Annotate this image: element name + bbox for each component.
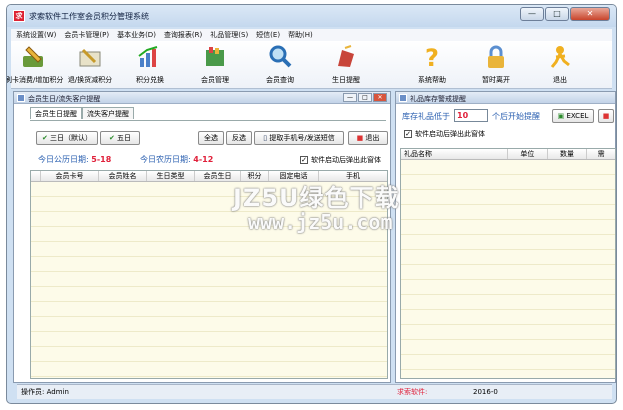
stock-threshold-suffix: 个后开始提醒 (492, 112, 540, 121)
tool-birthday[interactable]: 生日提醒 (317, 43, 375, 85)
exit-icon: ■ (356, 134, 364, 142)
exit-button[interactable]: ■ 退出 (348, 131, 388, 145)
column-header[interactable]: 数量 (548, 149, 588, 159)
stock-threshold-label: 库存礼品低于 (402, 112, 450, 121)
magnifier-icon (266, 43, 294, 71)
phone-icon: ▯ (263, 134, 268, 142)
close-button[interactable]: ✕ (570, 7, 610, 21)
column-header[interactable]: 单位 (508, 149, 548, 159)
excel-icon: ▣ (557, 112, 565, 120)
close-pane-button[interactable]: ■ (598, 109, 614, 123)
tool-exit[interactable]: 退出 (531, 43, 589, 85)
lunar-date-label: 今日农历日期: (140, 155, 191, 164)
check-icon: ✔ (41, 134, 48, 142)
invert-selection-button[interactable]: 反选 (226, 131, 252, 145)
menu-bar: 系统设置(W) 会员卡管理(P) 基本业务(D) 查询报表(R) 礼品管理(S)… (11, 29, 612, 41)
menu-help[interactable]: 帮助(H) (285, 29, 316, 41)
gift-stock-table: 礼品名称 单位 数量 需 (400, 148, 616, 379)
menu-card[interactable]: 会员卡管理(P) (61, 29, 112, 41)
tool-exchange[interactable]: 积分兑换 (121, 43, 179, 85)
title-bar: 求 求索软件工作室会员积分管理系统 — □ ✕ (7, 5, 616, 27)
sms-button[interactable]: ▯ 提取手机号/发送短信 (254, 131, 344, 145)
tool-return[interactable]: 退/换货减积分 (61, 43, 119, 85)
lock-icon (482, 43, 510, 71)
return-icon (76, 43, 104, 71)
pane-minimize-button[interactable]: — (343, 93, 357, 102)
menu-business[interactable]: 基本业务(D) (114, 29, 159, 41)
birthday-icon (332, 43, 360, 71)
solar-date-value: 5-18 (91, 155, 112, 164)
column-header[interactable]: 会员卡号 (41, 171, 99, 181)
tool-consume[interactable]: 刷卡消费/增加积分 (7, 43, 63, 85)
column-header[interactable]: 会员姓名 (99, 171, 147, 181)
watermark-url: www.jz5u.com (248, 210, 393, 234)
column-header[interactable]: 礼品名称 (401, 149, 509, 159)
menu-sms[interactable]: 短信(E) (253, 29, 283, 41)
pane-icon (399, 94, 407, 102)
status-bar: 操作员: Admin 求索软件: 2016-0 (17, 384, 612, 399)
pane-icon (17, 94, 25, 102)
tab-birthday[interactable]: 会员生日提醒 (30, 107, 82, 119)
software-label: 求索软件: (397, 388, 428, 396)
select-all-button[interactable]: 全选 (198, 131, 224, 145)
tool-lock[interactable]: 暂时离开 (467, 43, 525, 85)
pane-maximize-button[interactable]: □ (358, 93, 372, 102)
popup-on-start-checkbox[interactable]: ✓ 软件启动后弹出此窗体 (404, 129, 485, 139)
tool-help[interactable]: ? 系统帮助 (403, 43, 461, 85)
pane-title: 会员生日/流失客户提醒 (28, 95, 101, 103)
column-header[interactable]: 需 (587, 149, 615, 159)
members-icon (201, 43, 229, 71)
pane-close-button[interactable]: ✕ (373, 93, 387, 102)
menu-report[interactable]: 查询报表(R) (161, 29, 205, 41)
check-icon: ✔ (108, 134, 115, 142)
solar-date-label: 今日公历日期: (38, 155, 89, 164)
tool-query[interactable]: 会员查询 (251, 43, 309, 85)
watermark-title: JZ5U绿色下载 (233, 184, 400, 212)
three-days-button[interactable]: ✔ 三日（默认） (36, 131, 98, 145)
lunar-date-value: 4-12 (193, 155, 214, 164)
pen-card-icon (20, 43, 48, 71)
stock-threshold-input[interactable] (454, 109, 488, 122)
five-days-button[interactable]: ✔ 五日 (100, 131, 140, 145)
toolbar: 刷卡消费/增加积分 退/换货减积分 积分兑换 会员管理 会员查询 生日提醒 ? … (7, 41, 612, 89)
exchange-chart-icon (136, 43, 164, 71)
popup-on-start-checkbox[interactable]: ✓ 软件启动后弹出此窗体 (300, 155, 381, 165)
checkbox-icon: ✓ (404, 130, 412, 138)
pane-title: 礼品库存警戒提醒 (410, 95, 466, 103)
export-excel-button[interactable]: ▣ EXCEL (552, 109, 594, 123)
menu-system[interactable]: 系统设置(W) (13, 29, 59, 41)
gift-stock-pane: 礼品库存警戒提醒 库存礼品低于 个后开始提醒 ▣ EXCEL ■ ✓ 软件启动后… (395, 91, 616, 383)
tool-members[interactable]: 会员管理 (186, 43, 244, 85)
app-icon: 求 (13, 10, 25, 22)
tab-lost-customers[interactable]: 流失客户提醒 (82, 107, 134, 119)
birthday-reminder-pane: 会员生日/流失客户提醒 — □ ✕ 会员生日提醒 流失客户提醒 ✔ 三日（默认）… (13, 91, 391, 383)
checkbox-icon: ✓ (300, 156, 308, 164)
exit-person-icon (546, 43, 574, 71)
maximize-button[interactable]: □ (545, 7, 569, 21)
operator-label: 操作员: Admin (21, 388, 69, 396)
date-label: 2016-0 (473, 388, 498, 396)
svg-text:?: ? (425, 44, 439, 70)
question-icon: ? (418, 43, 446, 71)
window-title: 求索软件工作室会员积分管理系统 (29, 12, 149, 21)
minimize-button[interactable]: — (520, 7, 544, 21)
column-header[interactable]: 生日类型 (147, 171, 195, 181)
menu-gift[interactable]: 礼品管理(S) (207, 29, 251, 41)
